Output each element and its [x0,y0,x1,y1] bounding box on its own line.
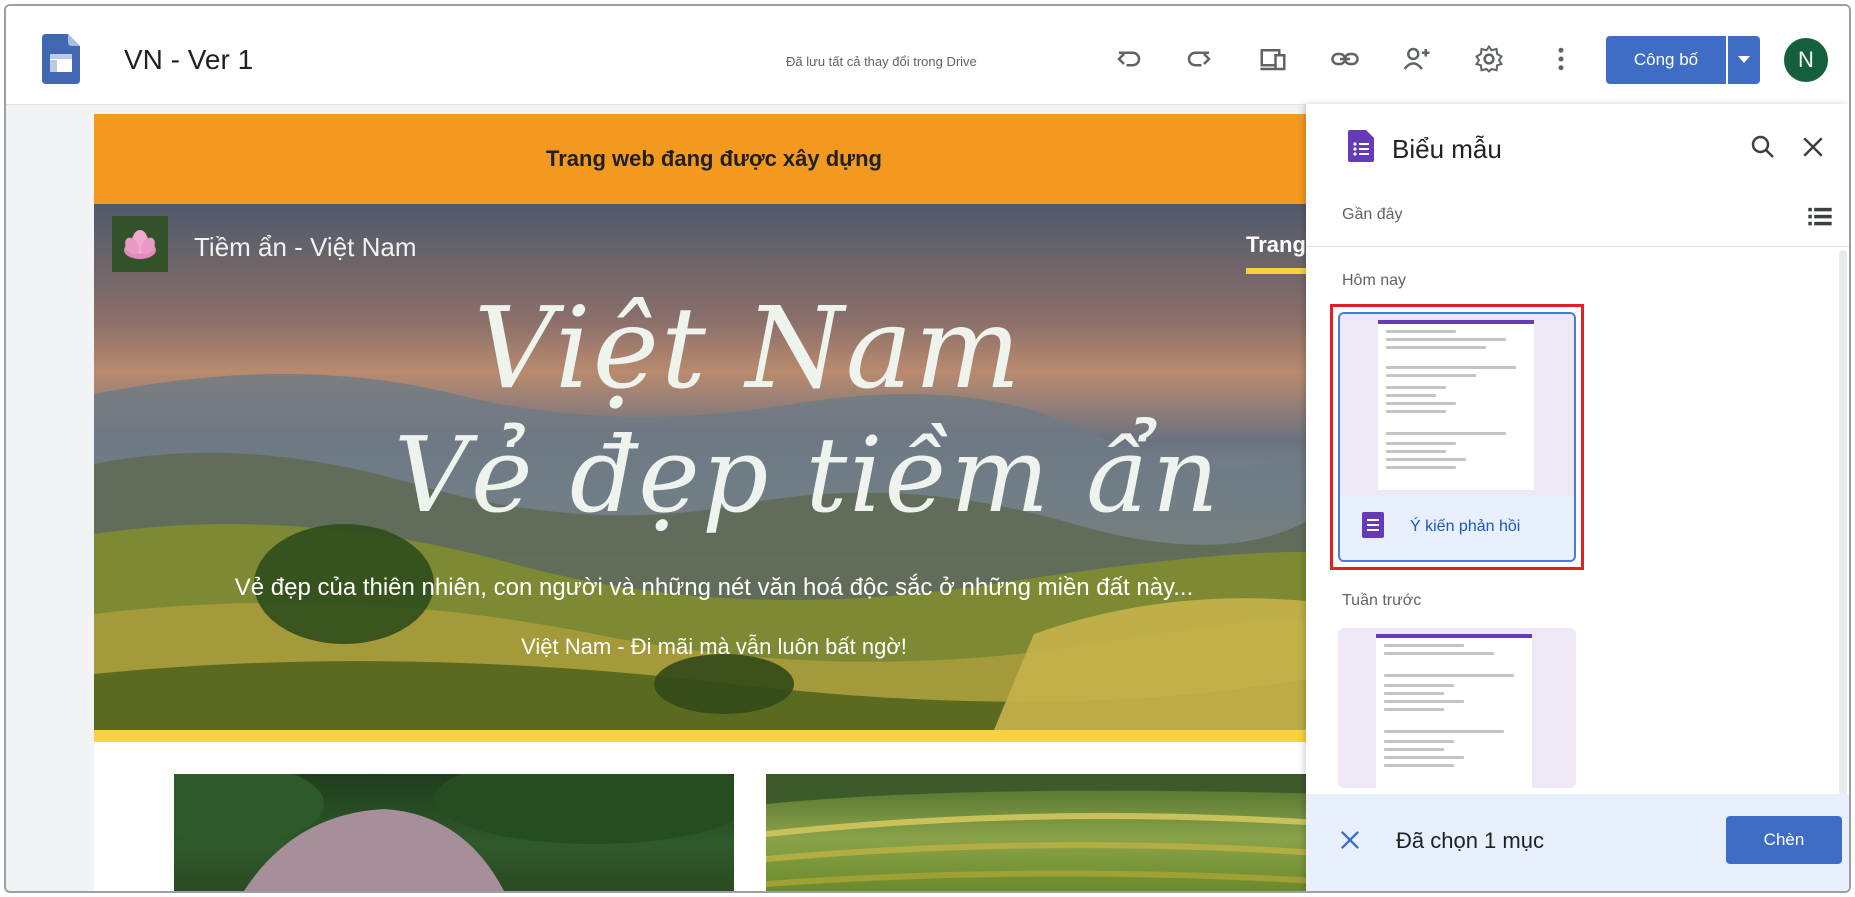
site-canvas: Trang web đang được xây dựng Tiềm ẩn - V… [94,114,1334,891]
hero-section[interactable]: Tiềm ẩn - Việt Nam Trang Việt Nam Vẻ đẹp… [94,204,1334,730]
app-window: VN - Ver 1 Đã lưu tất cả thay đổi trong … [4,4,1851,893]
top-toolbar: VN - Ver 1 Đã lưu tất cả thay đổi trong … [6,6,1849,105]
publish-button[interactable]: Công bố [1606,36,1726,84]
undo-icon[interactable] [1112,42,1146,76]
today-label: Hôm nay [1342,272,1407,289]
document-title[interactable]: VN - Ver 1 [124,44,253,76]
form-card-footer: Ý kiến phản hồi [1340,496,1574,560]
hero-subtitle: Vẻ đẹp của thiên nhiên, con người và nhữ… [234,574,1194,601]
clear-selection-icon[interactable] [1336,826,1364,854]
google-forms-icon [1348,130,1374,162]
panel-scrollbar[interactable] [1839,250,1847,795]
forms-panel: Biểu mẫu Gần đây Hôm nay Ý kiến phản hồi… [1306,104,1849,891]
hero-tagline: Việt Nam - Đi mãi mà vẫn luôn bất ngờ! [521,634,907,659]
google-sites-icon[interactable] [42,34,80,84]
account-avatar[interactable]: N [1784,38,1828,82]
site-logo-lotus-icon[interactable] [112,216,168,272]
site-name[interactable]: Tiềm ẩn - Việt Nam [194,232,417,263]
form-card-title: Ý kiến phản hồi [1410,518,1521,535]
add-person-icon[interactable] [1400,42,1434,76]
recent-label: Gần đây [1342,206,1403,223]
insert-button[interactable]: Chèn [1726,816,1842,864]
selection-count: Đã chọn 1 mục [1396,828,1544,853]
link-icon[interactable] [1328,42,1362,76]
form-file-icon [1362,512,1384,538]
publish-dropdown-button[interactable] [1728,36,1760,84]
close-icon[interactable] [1798,132,1828,162]
panel-title: Biểu mẫu [1392,134,1502,164]
content-image-forest[interactable] [174,774,734,891]
content-image-terraces[interactable] [766,774,1334,891]
selection-footer: Đã chọn 1 mục Chèn [1306,794,1849,891]
settings-gear-icon[interactable] [1472,42,1506,76]
hero-divider [94,730,1334,742]
more-options-icon[interactable] [1544,42,1578,76]
hero-title-line1: Việt Nam [474,284,1023,414]
hero-title-line2: Vẻ đẹp tiềm ẩn [394,414,1221,536]
last-week-label: Tuần trước [1342,592,1422,609]
construction-banner: Trang web đang được xây dựng [94,114,1334,204]
form-thumbnail-preview [1378,320,1534,490]
save-status: Đã lưu tất cả thay đổi trong Drive [786,54,977,69]
form-thumbnail-preview [1376,634,1532,788]
search-icon[interactable] [1748,132,1778,162]
form-card[interactable] [1338,628,1576,788]
panel-divider [1306,246,1849,247]
redo-icon[interactable] [1182,42,1216,76]
device-preview-icon[interactable] [1256,42,1290,76]
nav-item-home[interactable]: Trang [1246,232,1306,258]
list-view-icon[interactable] [1806,202,1834,230]
caret-down-icon [1738,56,1750,63]
form-card-selected[interactable]: Ý kiến phản hồi [1338,312,1576,562]
